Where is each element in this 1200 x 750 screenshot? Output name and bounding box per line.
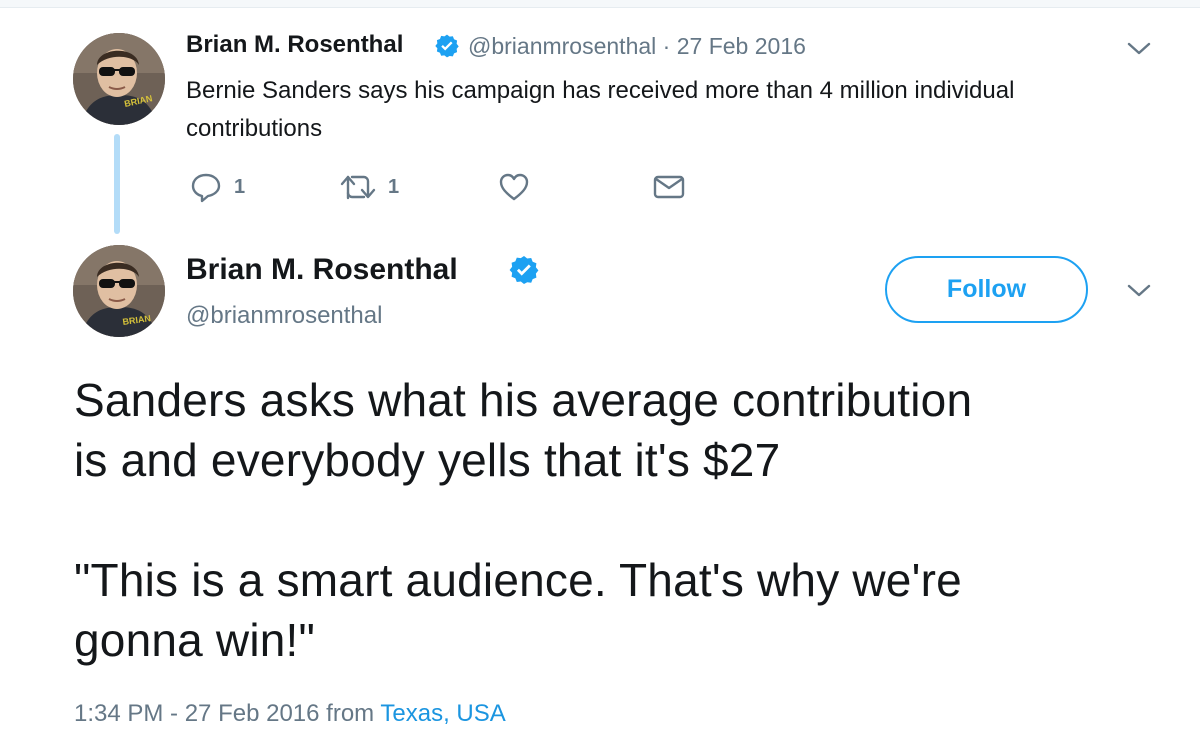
envelope-icon: [653, 175, 685, 199]
verified-badge-icon: [509, 256, 539, 284]
avatar-photo-icon: BRIAN: [73, 33, 165, 125]
main-tweet-text: Sanders asks what his average contributi…: [74, 370, 1154, 670]
parent-tweet-text: Bernie Sanders says his campaign has rec…: [186, 77, 1015, 142]
reply-count: 1: [234, 175, 246, 198]
tweet-timestamp[interactable]: 1:34 PM - 27 Feb 2016: [74, 700, 319, 727]
top-border-strip: [0, 0, 1200, 8]
parent-chevron-down-icon[interactable]: [1126, 40, 1152, 58]
direct-message-button[interactable]: [653, 170, 685, 204]
retweet-button[interactable]: 1: [340, 170, 399, 204]
parent-tweet-date[interactable]: 27 Feb 2016: [677, 33, 806, 59]
main-author-name[interactable]: Brian M. Rosenthal: [186, 253, 458, 287]
parent-author-name[interactable]: Brian M. Rosenthal: [186, 31, 403, 59]
date-separator: ·: [662, 33, 671, 59]
parent-handle-text: @brianmrosenthal: [468, 33, 657, 59]
location-link[interactable]: Texas, USA: [380, 700, 505, 727]
main-chevron-down-icon[interactable]: [1126, 282, 1152, 300]
tweet-text-line: is and everybody yells that it's $27: [74, 434, 781, 486]
retweet-icon: [340, 175, 376, 200]
tweet-metadata: 1:34 PM - 27 Feb 2016 from Texas, USA: [74, 700, 506, 728]
tweet-text-line: "This is a smart audience. That's why we…: [74, 554, 962, 606]
parent-author-avatar[interactable]: BRIAN: [73, 33, 165, 125]
parent-author-handle[interactable]: @brianmrosenthal · 27 Feb 2016: [468, 33, 806, 60]
tweet-text-line: gonna win!": [74, 614, 316, 666]
reply-icon: [191, 173, 221, 203]
avatar-photo-icon: BRIAN: [73, 245, 165, 337]
heart-icon: [499, 173, 529, 201]
verified-badge-icon: [435, 34, 459, 58]
retweet-count: 1: [388, 175, 400, 198]
main-author-handle[interactable]: @brianmrosenthal: [186, 302, 382, 330]
like-button[interactable]: [498, 170, 530, 204]
follow-button[interactable]: Follow: [885, 256, 1088, 323]
reply-button[interactable]: 1: [190, 170, 245, 204]
main-author-avatar[interactable]: BRIAN: [73, 245, 165, 337]
from-label: from: [326, 700, 375, 727]
tweet-text-line: Sanders asks what his average contributi…: [74, 374, 973, 426]
thread-connector-line: [114, 134, 120, 234]
